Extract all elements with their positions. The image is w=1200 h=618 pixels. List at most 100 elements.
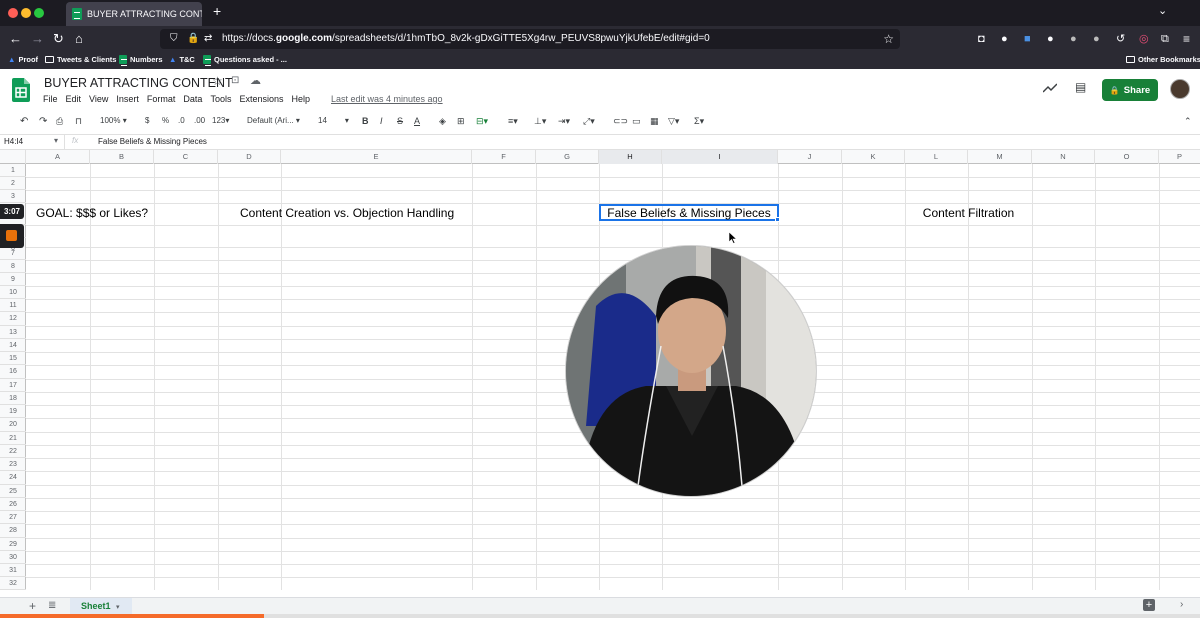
other-bookmarks[interactable]: Other Bookmarks bbox=[1126, 55, 1200, 64]
zoom-select[interactable]: 100% ▾ bbox=[100, 116, 127, 125]
row-header[interactable]: 20 bbox=[0, 418, 26, 432]
menu-file[interactable]: File bbox=[43, 94, 58, 104]
recording-progress-bar[interactable] bbox=[0, 614, 1200, 618]
text-rotate-icon[interactable]: ⤢▾ bbox=[583, 116, 595, 127]
extension-icon[interactable]: ● bbox=[1001, 26, 1008, 52]
undo-icon[interactable]: ↶ bbox=[20, 116, 28, 127]
italic-button[interactable]: I bbox=[380, 116, 383, 126]
row-header[interactable]: 17 bbox=[0, 379, 26, 392]
reload-icon[interactable]: ↻ bbox=[53, 26, 64, 52]
menu-view[interactable]: View bbox=[89, 94, 108, 104]
menu-format[interactable]: Format bbox=[147, 94, 176, 104]
row-header[interactable]: 13 bbox=[0, 326, 26, 339]
pocket-icon[interactable]: ◘ bbox=[978, 26, 985, 52]
column-header[interactable]: E bbox=[281, 150, 472, 164]
row-header[interactable]: 19 bbox=[0, 405, 26, 418]
cell-l4[interactable]: Content Filtration bbox=[905, 206, 1032, 220]
currency-button[interactable]: $ bbox=[145, 116, 149, 125]
row-header[interactable]: 14 bbox=[0, 339, 26, 352]
horizontal-align-icon[interactable]: ≡▾ bbox=[508, 116, 518, 127]
extension-icon[interactable]: ● bbox=[1047, 26, 1054, 52]
row-header[interactable]: 24 bbox=[0, 471, 26, 485]
activity-trend-icon[interactable] bbox=[1043, 83, 1057, 93]
row-header[interactable]: 3 bbox=[0, 190, 26, 203]
font-size-select[interactable]: 14 ▾ bbox=[318, 116, 349, 125]
explore-icon[interactable]: + bbox=[1143, 599, 1155, 611]
menu-insert[interactable]: Insert bbox=[116, 94, 139, 104]
row-header[interactable]: 1 bbox=[0, 164, 26, 177]
text-color-button[interactable]: A bbox=[414, 116, 420, 126]
share-button[interactable]: 🔒 Share bbox=[1102, 79, 1158, 101]
row-header[interactable]: 26 bbox=[0, 498, 26, 511]
row-header[interactable]: 31 bbox=[0, 564, 26, 577]
vertical-align-icon[interactable]: ⊥▾ bbox=[534, 116, 546, 127]
sheet-tab-menu-icon[interactable]: ▾ bbox=[116, 604, 120, 611]
filter-icon[interactable]: ▽▾ bbox=[668, 116, 679, 127]
column-header[interactable]: J bbox=[778, 150, 842, 164]
row-header[interactable]: 27 bbox=[0, 511, 26, 524]
column-header[interactable]: H bbox=[599, 150, 662, 164]
url-input[interactable]: ⛉ 🔒 ⇄ https://docs.google.com/spreadshee… bbox=[160, 29, 900, 49]
row-header[interactable]: 8 bbox=[0, 260, 26, 273]
shield-icon[interactable]: ⛉ bbox=[170, 29, 178, 49]
merge-cells-icon[interactable]: ⊟▾ bbox=[476, 116, 488, 127]
row-header[interactable]: 28 bbox=[0, 524, 26, 538]
column-header[interactable]: K bbox=[842, 150, 905, 164]
menu-edit[interactable]: Edit bbox=[66, 94, 82, 104]
extensions-puzzle-icon[interactable]: ⧉ bbox=[1161, 26, 1169, 52]
forward-icon[interactable]: → bbox=[31, 26, 44, 52]
maximize-window-icon[interactable] bbox=[34, 8, 44, 18]
fill-handle[interactable] bbox=[775, 217, 780, 222]
all-sheets-icon[interactable]: ≣ bbox=[48, 600, 56, 611]
bookmark-proof[interactable]: ▲ Proof bbox=[8, 55, 38, 64]
extension-icon[interactable]: ● bbox=[1070, 26, 1077, 52]
insert-link-icon[interactable]: ⊂⊃ bbox=[613, 116, 628, 127]
text-wrap-icon[interactable]: ⇥▾ bbox=[558, 116, 570, 127]
comments-icon[interactable]: ▤ bbox=[1075, 80, 1086, 94]
row-header[interactable]: 2 bbox=[0, 177, 26, 190]
sheet-tab[interactable]: Sheet1 ▾ bbox=[70, 598, 132, 615]
bookmark-star-icon[interactable]: ☆ bbox=[883, 29, 894, 49]
menu-data[interactable]: Data bbox=[183, 94, 202, 104]
row-header[interactable]: 21 bbox=[0, 432, 26, 445]
extension-icon[interactable]: ↺ bbox=[1116, 26, 1125, 52]
fill-color-icon[interactable]: ◈ bbox=[439, 116, 446, 127]
column-header[interactable]: B bbox=[90, 150, 154, 164]
insert-chart-icon[interactable]: ▦ bbox=[650, 116, 659, 127]
back-icon[interactable]: ← bbox=[9, 26, 22, 52]
column-header[interactable]: I bbox=[662, 150, 778, 164]
new-tab-icon[interactable]: + bbox=[213, 3, 221, 19]
row-header[interactable]: 12 bbox=[0, 312, 26, 326]
extension-icon[interactable]: ● bbox=[1093, 26, 1100, 52]
stop-recording-button[interactable] bbox=[0, 224, 24, 248]
row-header[interactable]: 10 bbox=[0, 286, 26, 299]
name-box[interactable]: H4:I4 bbox=[4, 137, 23, 146]
name-box-dropdown-icon[interactable]: ▾ bbox=[54, 136, 58, 145]
strikethrough-button[interactable]: S bbox=[397, 116, 403, 126]
minimize-window-icon[interactable] bbox=[21, 8, 31, 18]
bookmark-tc[interactable]: ▲ T&C bbox=[169, 55, 195, 64]
row-header[interactable]: 16 bbox=[0, 365, 26, 379]
permissions-icon[interactable]: ⇄ bbox=[204, 29, 212, 49]
menu-help[interactable]: Help bbox=[291, 94, 310, 104]
decrease-decimal-button[interactable]: .0 bbox=[178, 116, 185, 125]
formula-input[interactable]: False Beliefs & Missing Pieces bbox=[98, 137, 207, 146]
row-header[interactable]: 25 bbox=[0, 485, 26, 498]
bookmark-numbers[interactable]: Numbers bbox=[119, 55, 163, 66]
row-header[interactable]: 22 bbox=[0, 445, 26, 458]
column-header[interactable]: L bbox=[905, 150, 968, 164]
move-folder-icon[interactable]: ⊡ bbox=[231, 75, 239, 86]
bookmark-questions[interactable]: Questions asked - ... bbox=[203, 55, 287, 66]
row-header[interactable]: 9 bbox=[0, 273, 26, 286]
collapse-menu-icon[interactable]: ⌃ bbox=[1184, 116, 1192, 127]
row-header[interactable]: 18 bbox=[0, 392, 26, 405]
column-header[interactable]: A bbox=[26, 150, 90, 164]
bold-button[interactable]: B bbox=[362, 116, 369, 126]
print-icon[interactable]: ⎙ bbox=[56, 116, 63, 127]
last-edit-link[interactable]: Last edit was 4 minutes ago bbox=[331, 94, 443, 104]
menu-extensions[interactable]: Extensions bbox=[239, 94, 283, 104]
column-header[interactable]: O bbox=[1095, 150, 1159, 164]
increase-decimal-button[interactable]: .00 bbox=[194, 116, 205, 125]
row-header[interactable]: 15 bbox=[0, 352, 26, 365]
column-header[interactable]: F bbox=[472, 150, 536, 164]
